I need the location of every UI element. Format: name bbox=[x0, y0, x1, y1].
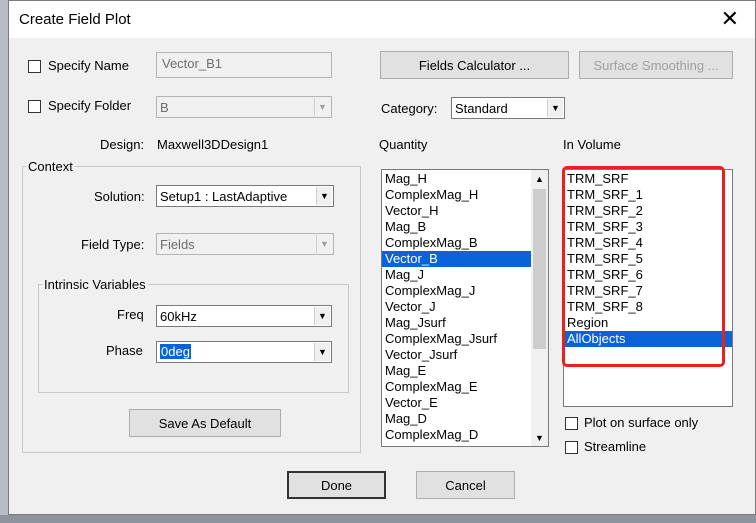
list-item[interactable]: Vector_Jsurf bbox=[382, 347, 531, 363]
list-item[interactable]: ComplexMag_E bbox=[382, 379, 531, 395]
background-app-left bbox=[0, 0, 8, 523]
chevron-down-icon: ▼ bbox=[316, 235, 332, 253]
in-volume-list[interactable]: TRM_SRF TRM_SRF_1 TRM_SRF_2 TRM_SRF_3 TRM_SR… bbox=[563, 169, 733, 407]
chevron-down-icon: ▼ bbox=[314, 98, 330, 116]
field-type-select-value: Fields bbox=[160, 237, 195, 252]
freq-select-value: 60kHz bbox=[160, 309, 197, 324]
solution-label: Solution: bbox=[94, 189, 145, 204]
list-item[interactable]: ComplexMag_B bbox=[382, 235, 531, 251]
list-item[interactable]: Vector_B bbox=[382, 251, 531, 267]
category-select-value: Standard bbox=[455, 101, 508, 116]
list-item[interactable]: Vector_J bbox=[382, 299, 531, 315]
list-item[interactable]: AllObjects bbox=[564, 331, 732, 347]
list-item[interactable]: Mag_E bbox=[382, 363, 531, 379]
specify-name-label: Specify Name bbox=[48, 58, 129, 73]
design-label: Design: bbox=[100, 137, 145, 152]
save-as-default-button[interactable]: Save As Default bbox=[129, 409, 281, 437]
close-icon[interactable]: ✕ bbox=[721, 7, 739, 31]
specify-folder-label: Specify Folder bbox=[48, 98, 132, 113]
list-item[interactable]: ComplexMag_J bbox=[382, 283, 531, 299]
list-item[interactable]: TRM_SRF_4 bbox=[564, 235, 732, 251]
list-item[interactable]: TRM_SRF_1 bbox=[564, 187, 732, 203]
chevron-down-icon: ▼ bbox=[316, 187, 332, 205]
freq-label: Freq bbox=[117, 307, 144, 322]
field-type-select[interactable]: Fields ▼ bbox=[156, 233, 334, 255]
name-field[interactable]: Vector_B1 bbox=[156, 52, 332, 78]
phase-label: Phase bbox=[106, 343, 143, 358]
streamline-label: Streamline bbox=[584, 439, 647, 454]
list-item[interactable]: Vector_D bbox=[382, 443, 531, 446]
folder-select-value: B bbox=[160, 100, 169, 115]
quantity-items: Mag_H ComplexMag_H Vector_H Mag_B ComplexMag… bbox=[382, 170, 531, 446]
context-legend: Context bbox=[28, 159, 73, 174]
fields-calculator-button[interactable]: Fields Calculator ... bbox=[380, 51, 569, 79]
background-app-bottom bbox=[0, 515, 756, 523]
list-item[interactable]: Vector_E bbox=[382, 395, 531, 411]
intrinsic-variables-legend: Intrinsic Variables bbox=[44, 277, 146, 292]
category-select[interactable]: Standard ▼ bbox=[451, 97, 565, 119]
done-button[interactable]: Done bbox=[287, 471, 386, 499]
list-item[interactable]: TRM_SRF_3 bbox=[564, 219, 732, 235]
list-item[interactable]: ComplexMag_D bbox=[382, 427, 531, 443]
phase-select-value: 0deg bbox=[160, 344, 191, 359]
solution-select-value: Setup1 : LastAdaptive bbox=[160, 189, 288, 204]
list-item[interactable]: TRM_SRF bbox=[564, 171, 732, 187]
folder-select[interactable]: B ▼ bbox=[156, 96, 332, 118]
solution-select[interactable]: Setup1 : LastAdaptive ▼ bbox=[156, 185, 334, 207]
surface-smoothing-button[interactable]: Surface Smoothing ... bbox=[579, 51, 733, 79]
specify-folder-checkbox[interactable] bbox=[28, 100, 41, 113]
in-volume-items: TRM_SRF TRM_SRF_1 TRM_SRF_2 TRM_SRF_3 TRM_SR… bbox=[564, 170, 732, 347]
list-item[interactable]: Vector_H bbox=[382, 203, 531, 219]
cancel-button[interactable]: Cancel bbox=[416, 471, 515, 499]
list-item[interactable]: Mag_D bbox=[382, 411, 531, 427]
quantity-label: Quantity bbox=[379, 137, 428, 152]
list-item[interactable]: Mag_J bbox=[382, 267, 531, 283]
scroll-thumb[interactable] bbox=[533, 189, 546, 349]
plot-on-surface-checkbox[interactable] bbox=[565, 417, 578, 430]
intrinsic-variables-group: Intrinsic Variables bbox=[38, 277, 349, 393]
list-item[interactable]: ComplexMag_H bbox=[382, 187, 531, 203]
list-item[interactable]: ComplexMag_Jsurf bbox=[382, 331, 531, 347]
chevron-down-icon: ▼ bbox=[314, 307, 330, 325]
freq-select[interactable]: 60kHz ▼ bbox=[156, 305, 332, 327]
category-label: Category: bbox=[381, 101, 438, 116]
chevron-down-icon: ▼ bbox=[547, 99, 563, 117]
list-item[interactable]: Mag_H bbox=[382, 171, 531, 187]
quantity-list[interactable]: Mag_H ComplexMag_H Vector_H Mag_B ComplexMag… bbox=[381, 169, 549, 447]
design-value: Maxwell3DDesign1 bbox=[157, 137, 269, 152]
title-bar: Create Field Plot ✕ bbox=[9, 1, 755, 38]
in-volume-label: In Volume bbox=[563, 137, 621, 152]
list-item[interactable]: Mag_Jsurf bbox=[382, 315, 531, 331]
quantity-scrollbar[interactable]: ▲ ▼ bbox=[531, 170, 548, 446]
chevron-down-icon: ▼ bbox=[314, 343, 330, 361]
list-item[interactable]: TRM_SRF_6 bbox=[564, 267, 732, 283]
plot-on-surface-label: Plot on surface only bbox=[584, 415, 699, 430]
list-item[interactable]: TRM_SRF_5 bbox=[564, 251, 732, 267]
dialog-title: Create Field Plot bbox=[19, 11, 131, 28]
list-item[interactable]: Region bbox=[564, 315, 732, 331]
list-item[interactable]: TRM_SRF_7 bbox=[564, 283, 732, 299]
field-type-label: Field Type: bbox=[81, 237, 145, 252]
scroll-down-icon[interactable]: ▼ bbox=[531, 429, 548, 446]
phase-select[interactable]: 0deg ▼ bbox=[156, 341, 332, 363]
scroll-up-icon[interactable]: ▲ bbox=[531, 170, 548, 187]
streamline-checkbox[interactable] bbox=[565, 441, 578, 454]
list-item[interactable]: TRM_SRF_2 bbox=[564, 203, 732, 219]
specify-name-checkbox[interactable] bbox=[28, 60, 41, 73]
list-item[interactable]: Mag_B bbox=[382, 219, 531, 235]
list-item[interactable]: TRM_SRF_8 bbox=[564, 299, 732, 315]
